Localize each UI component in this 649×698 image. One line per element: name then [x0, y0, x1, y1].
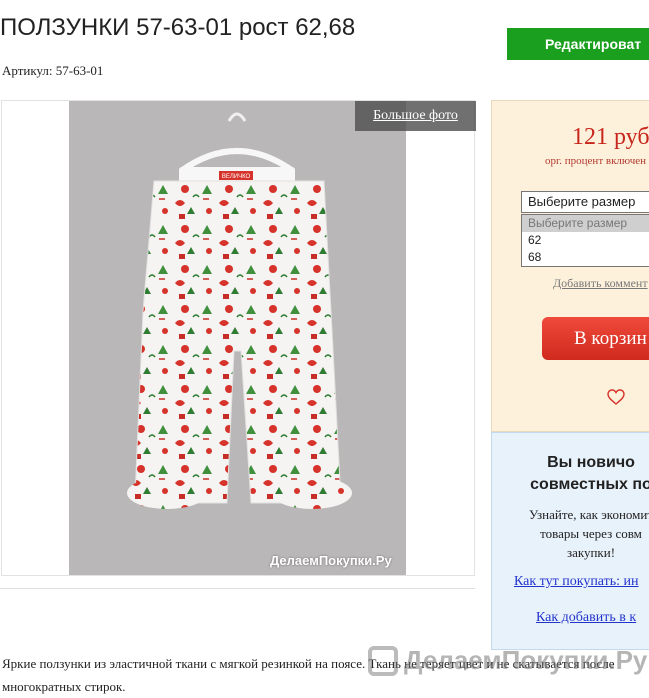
big-photo-button[interactable]: Большое фото: [355, 101, 476, 131]
heart-icon[interactable]: [607, 389, 625, 405]
size-option-placeholder[interactable]: Выберите размер: [522, 215, 649, 232]
how-to-add-link[interactable]: Как добавить в к: [536, 610, 636, 626]
size-option-62[interactable]: 62: [522, 232, 649, 249]
edit-button[interactable]: Редактироват: [507, 28, 649, 60]
add-comment-link[interactable]: Добавить коммент: [553, 276, 648, 291]
info-heading: Вы новичо совместных по: [530, 454, 649, 493]
size-select[interactable]: Выберите размер: [521, 191, 649, 213]
divider: [0, 588, 475, 589]
brand-tag: ВЕЛИЧКО: [222, 174, 251, 180]
site-watermark: ДелаемПокупки.Ру: [368, 645, 647, 676]
pants-illustration: ВЕЛИЧКО: [69, 101, 406, 575]
size-option-68[interactable]: 68: [522, 249, 649, 266]
price: 121 руб: [572, 124, 649, 150]
watermark-logo-icon: [368, 645, 398, 676]
watermark-text: ДелаемПокупки.Ру: [404, 645, 648, 675]
add-to-cart-button[interactable]: В корзин: [542, 317, 649, 360]
product-photo[interactable]: ВЕЛИЧКО: [69, 101, 406, 575]
page-title: ПОЛЗУНКИ 57-63-01 рост 62,68: [0, 14, 356, 41]
photo-watermark: ДелаемПокупки.Ру: [270, 553, 392, 568]
info-text: Узнайте, как экономит товары через совм …: [528, 507, 649, 560]
size-dropdown: Выберите размер 62 68: [521, 214, 649, 267]
org-fee-note: орг. процент включен: [545, 155, 646, 167]
how-to-buy-link[interactable]: Как тут покупать: ин: [514, 574, 639, 590]
article-number: Артикул: 57-63-01: [2, 63, 104, 78]
